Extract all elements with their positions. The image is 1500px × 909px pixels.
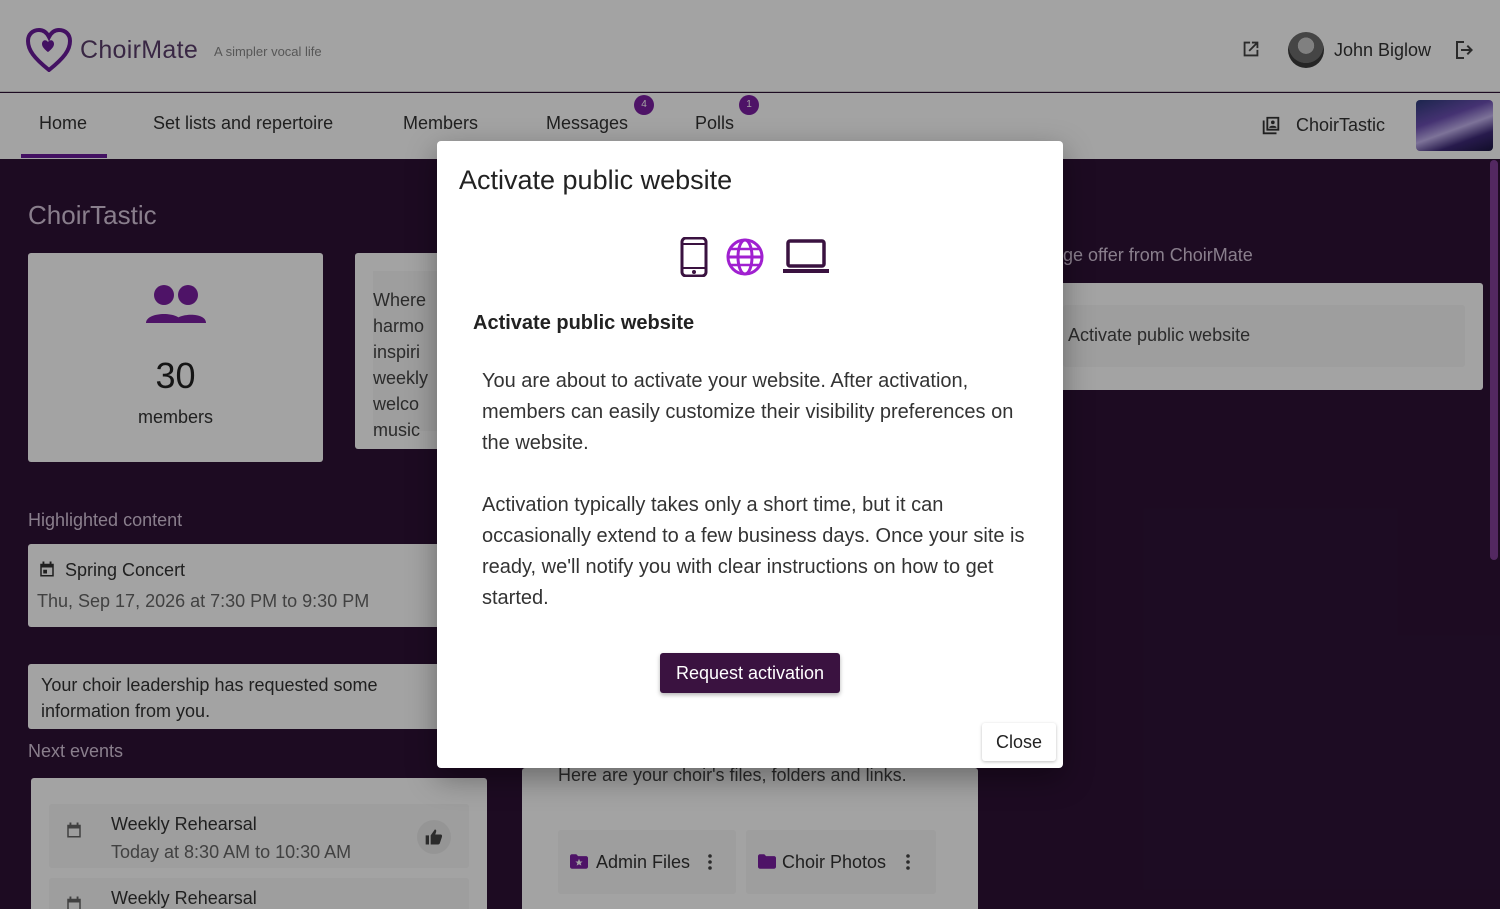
activate-website-dialog: Activate public website Activate public … — [437, 141, 1063, 768]
laptop-icon — [783, 239, 829, 273]
page-scrollbar[interactable] — [1490, 160, 1498, 560]
dialog-icons — [679, 235, 829, 279]
request-activation-button[interactable]: Request activation — [660, 653, 840, 693]
phone-icon — [680, 237, 708, 277]
dialog-paragraph-1: You are about to activate your website. … — [482, 370, 1014, 454]
close-button[interactable]: Close — [982, 723, 1056, 761]
dialog-subheading: Activate public website — [473, 312, 695, 334]
dialog-paragraph-2: Activation typically takes only a short … — [482, 494, 1025, 609]
globe-icon — [726, 238, 764, 276]
dialog-title: Activate public website — [459, 165, 733, 195]
